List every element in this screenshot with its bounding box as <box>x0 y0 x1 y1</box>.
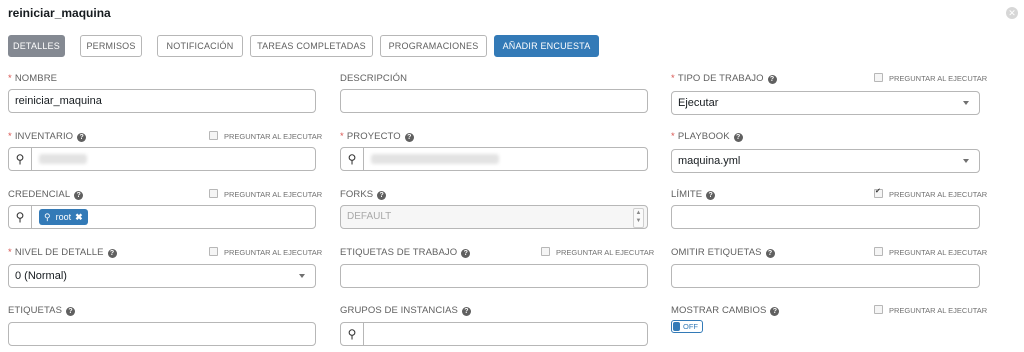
inventario-lookup[interactable]: ⚲ <box>8 147 316 171</box>
close-icon[interactable]: ✕ <box>1006 7 1018 19</box>
help-icon[interactable]: ? <box>74 191 84 200</box>
help-icon[interactable]: ? <box>706 191 716 200</box>
proyecto-label: * PROYECTO? <box>340 131 414 142</box>
limite-prompt[interactable]: PREGUNTAR AL EJECUTAR <box>874 187 987 199</box>
proyecto-lookup[interactable]: ⚲ <box>340 147 648 171</box>
help-icon[interactable]: ? <box>77 133 87 142</box>
help-icon[interactable]: ? <box>461 249 471 258</box>
nivel-detalle-select[interactable]: 0 (Normal) <box>8 264 316 288</box>
inventario-label: * INVENTARIO? <box>8 131 87 142</box>
tipo-trabajo-label: * TIPO DE TRABAJO? <box>671 73 777 84</box>
redacted-value <box>371 154 499 164</box>
chevron-down-icon <box>299 274 305 278</box>
playbook-label: * PLAYBOOK? <box>671 131 743 142</box>
limite-label: LÍMITE? <box>671 189 716 200</box>
prompt-checkbox[interactable] <box>874 247 883 256</box>
search-icon[interactable]: ⚲ <box>9 206 32 228</box>
nivel-detalle-prompt[interactable]: PREGUNTAR AL EJECUTAR <box>209 247 322 257</box>
forks-input[interactable]: DEFAULT ▲ ▼ <box>340 205 648 229</box>
omitir-etiquetas-input[interactable] <box>671 264 980 288</box>
credencial-lookup[interactable]: ⚲ ⚲ root ✖ <box>8 205 316 229</box>
forks-label: FORKS? <box>340 189 387 200</box>
etiquetas-trabajo-prompt[interactable]: PREGUNTAR AL EJECUTAR <box>541 247 654 257</box>
tipo-trabajo-prompt[interactable]: PREGUNTAR AL EJECUTAR <box>874 73 987 83</box>
nivel-detalle-label: * NIVEL DE DETALLE? <box>8 247 117 258</box>
add-survey-button[interactable]: AÑADIR ENCUESTA <box>494 35 599 57</box>
help-icon[interactable]: ? <box>377 191 387 200</box>
help-icon[interactable]: ? <box>733 133 743 142</box>
etiquetas-trabajo-label: ETIQUETAS DE TRABAJO? <box>340 247 471 258</box>
search-icon[interactable]: ⚲ <box>9 148 32 170</box>
redacted-value <box>39 154 87 164</box>
help-icon[interactable]: ? <box>107 249 117 258</box>
chevron-down-icon <box>963 159 969 163</box>
descripcion-input[interactable] <box>340 89 648 113</box>
limite-input[interactable] <box>671 205 980 229</box>
prompt-checkbox[interactable] <box>209 189 218 198</box>
tab-permisos[interactable]: PERMISOS <box>80 35 142 57</box>
prompt-checkbox[interactable] <box>874 187 883 198</box>
inventario-prompt[interactable]: PREGUNTAR AL EJECUTAR <box>209 131 322 141</box>
prompt-checkbox[interactable] <box>541 247 550 256</box>
nombre-label: * NOMBRE <box>8 73 58 84</box>
help-icon[interactable]: ? <box>765 249 775 258</box>
page-title: reiniciar_maquina <box>8 6 111 20</box>
credential-chip[interactable]: ⚲ root ✖ <box>39 209 88 225</box>
credencial-prompt[interactable]: PREGUNTAR AL EJECUTAR <box>209 189 322 199</box>
mostrar-cambios-toggle[interactable]: OFF <box>671 320 703 333</box>
help-icon[interactable]: ? <box>66 307 76 316</box>
etiquetas-trabajo-input[interactable] <box>340 264 648 288</box>
omitir-etiquetas-prompt[interactable]: PREGUNTAR AL EJECUTAR <box>874 247 987 257</box>
mostrar-cambios-label: MOSTRAR CAMBIOS? <box>671 305 780 316</box>
grupos-instancias-label: GRUPOS DE INSTANCIAS? <box>340 305 471 316</box>
prompt-checkbox[interactable] <box>874 305 883 314</box>
prompt-checkbox[interactable] <box>209 131 218 140</box>
help-icon[interactable]: ? <box>461 307 471 316</box>
prompt-checkbox[interactable] <box>209 247 218 256</box>
search-icon[interactable]: ⚲ <box>341 323 364 345</box>
prompt-checkbox[interactable] <box>874 73 883 82</box>
descripcion-label: DESCRIPCIÓN <box>340 73 408 84</box>
key-icon: ⚲ <box>44 212 51 222</box>
help-icon[interactable]: ? <box>767 75 777 84</box>
nombre-input[interactable]: reiniciar_maquina <box>8 89 316 113</box>
tab-programaciones[interactable]: PROGRAMACIONES <box>380 35 487 57</box>
close-icon[interactable]: ✖ <box>75 212 83 222</box>
tab-detalles[interactable]: DETALLES <box>8 35 65 57</box>
search-icon[interactable]: ⚲ <box>341 148 364 170</box>
mostrar-cambios-prompt[interactable]: PREGUNTAR AL EJECUTAR <box>874 305 987 315</box>
tipo-trabajo-select[interactable]: Ejecutar <box>671 91 980 115</box>
stepper-icon[interactable]: ▲ ▼ <box>633 208 644 228</box>
help-icon[interactable]: ? <box>404 133 414 142</box>
playbook-select[interactable]: maquina.yml <box>671 149 980 173</box>
tab-notificacion[interactable]: NOTIFICACIÓN <box>157 35 243 57</box>
etiquetas-label: ETIQUETAS? <box>8 305 76 316</box>
help-icon[interactable]: ? <box>770 307 780 316</box>
omitir-etiquetas-label: OMITIR ETIQUETAS? <box>671 247 775 258</box>
grupos-instancias-lookup[interactable]: ⚲ <box>340 322 648 346</box>
credencial-label: CREDENCIAL? <box>8 189 84 200</box>
etiquetas-input[interactable] <box>8 322 316 346</box>
toggle-knob <box>673 322 680 331</box>
tab-tareas-completadas[interactable]: TAREAS COMPLETADAS <box>250 35 373 57</box>
chevron-down-icon <box>963 101 969 105</box>
